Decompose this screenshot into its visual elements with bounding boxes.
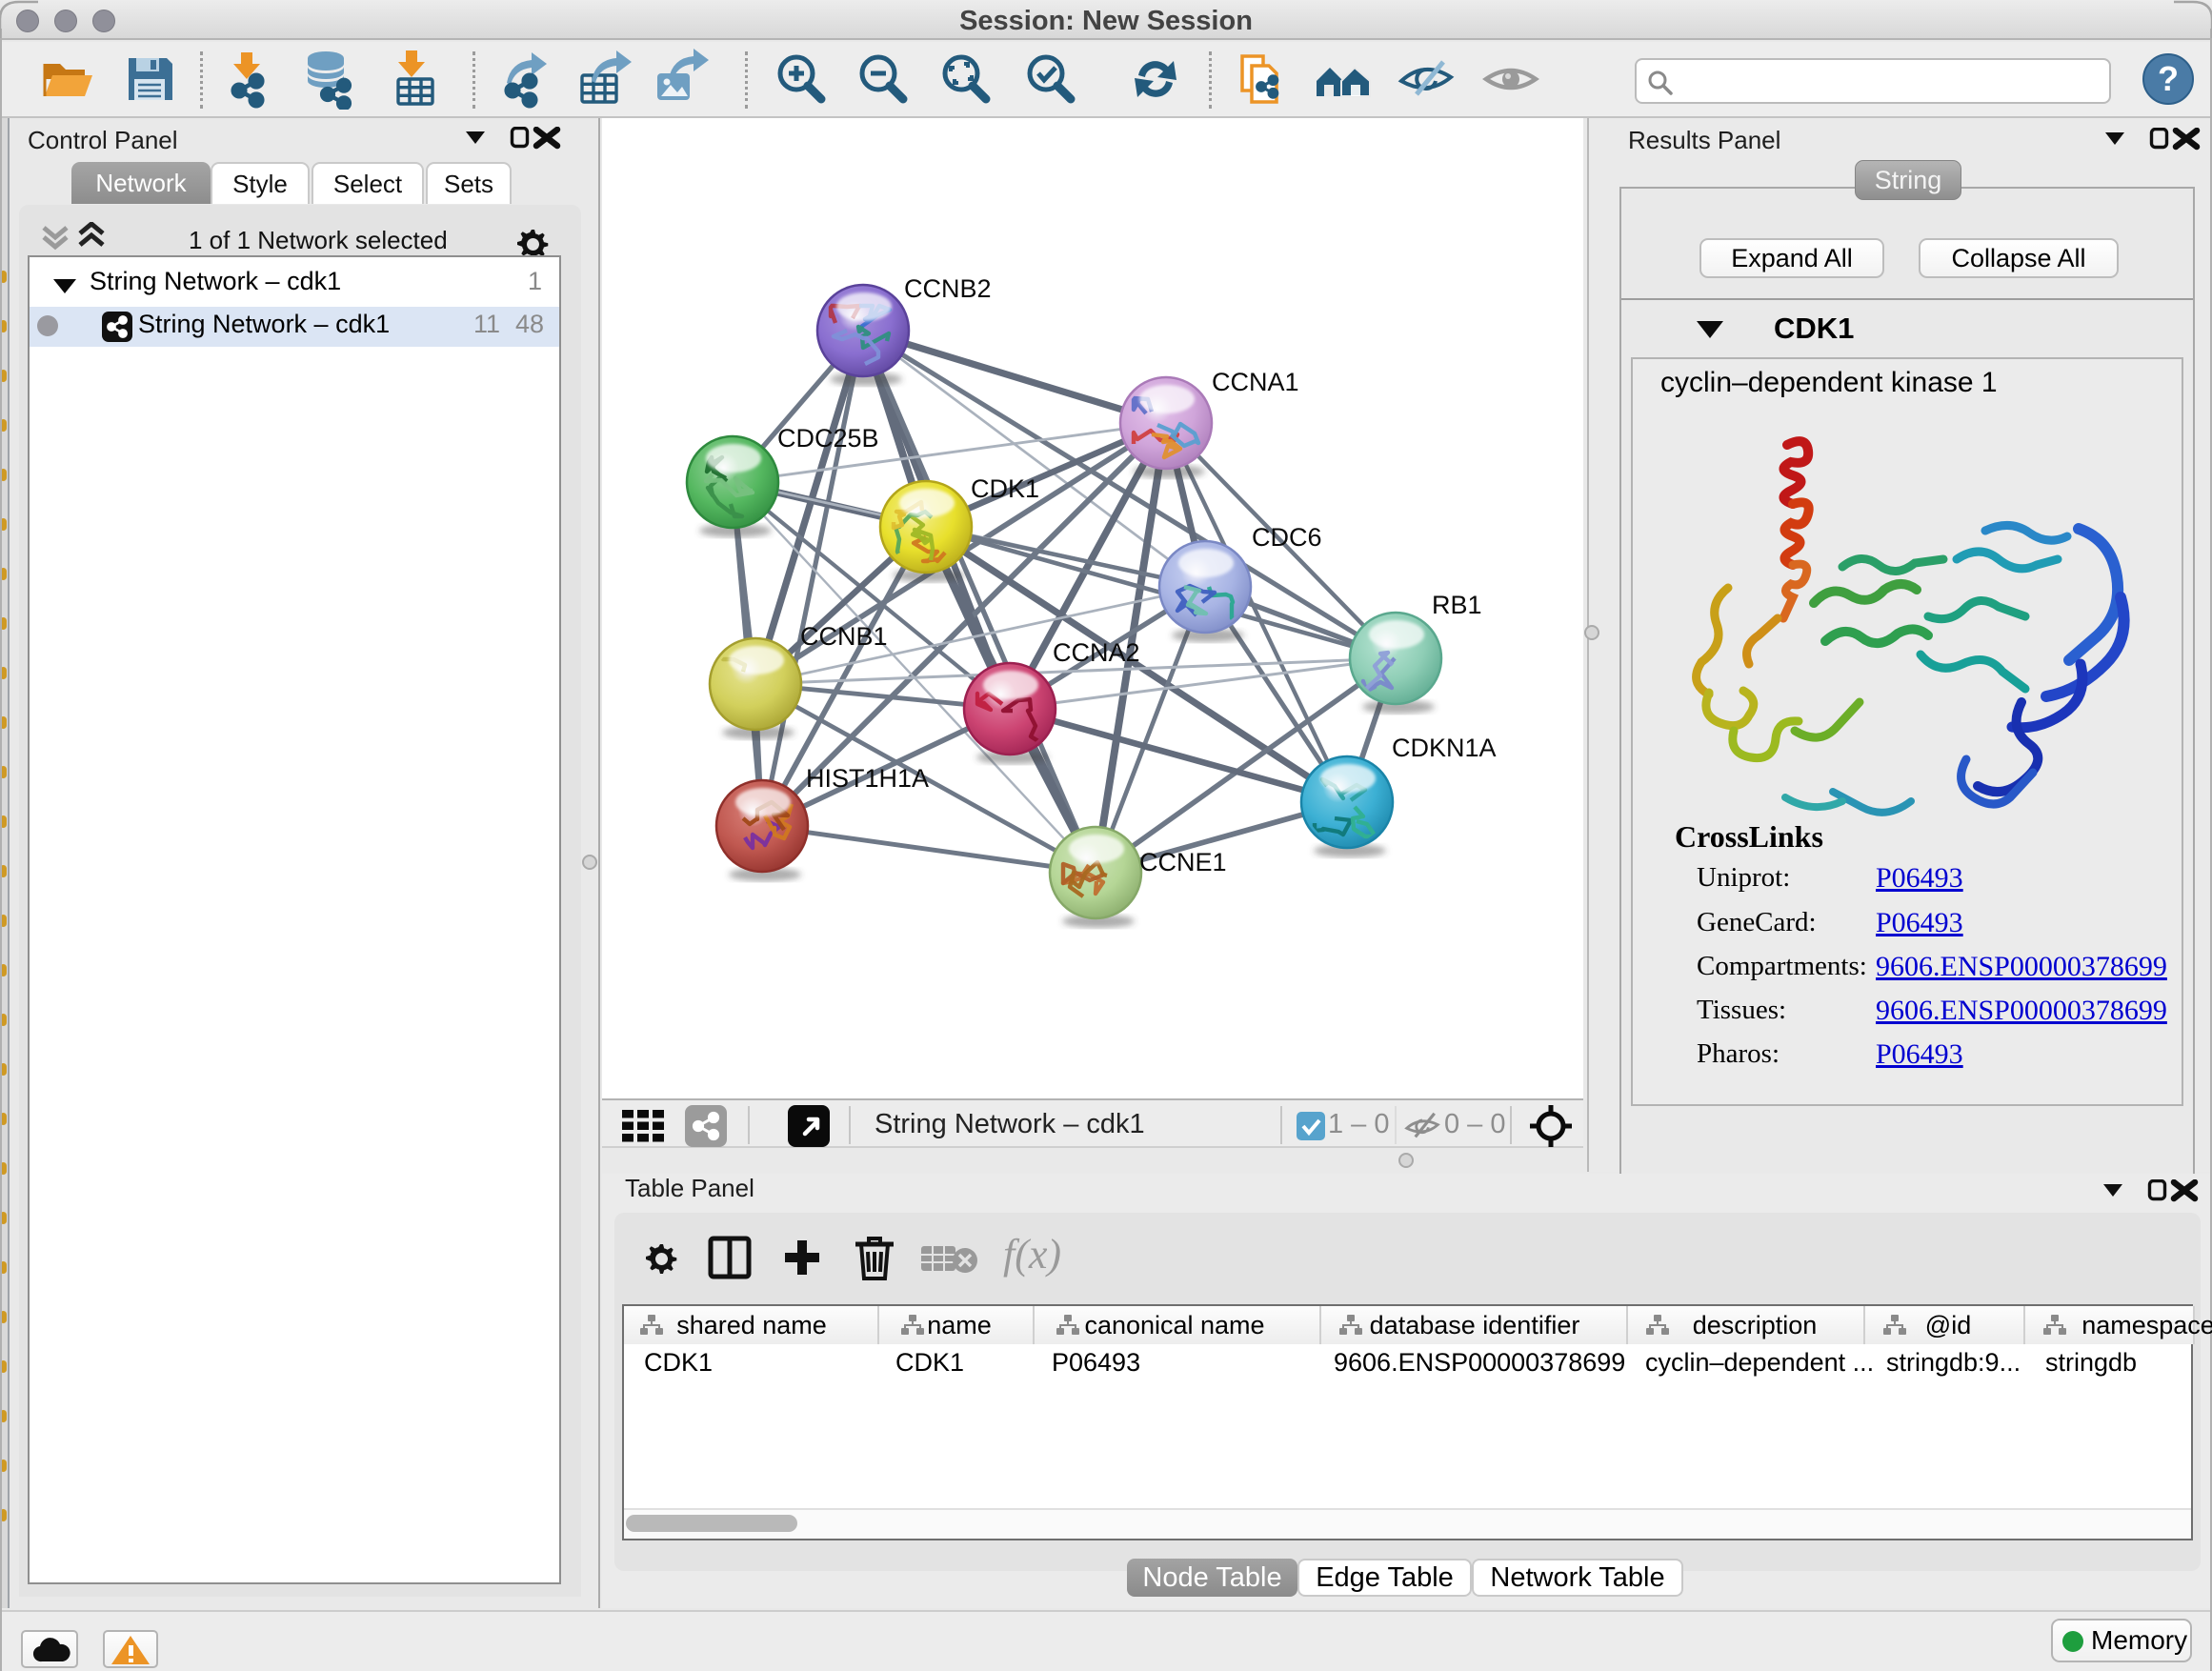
svg-text:?: ? xyxy=(2158,59,2179,98)
